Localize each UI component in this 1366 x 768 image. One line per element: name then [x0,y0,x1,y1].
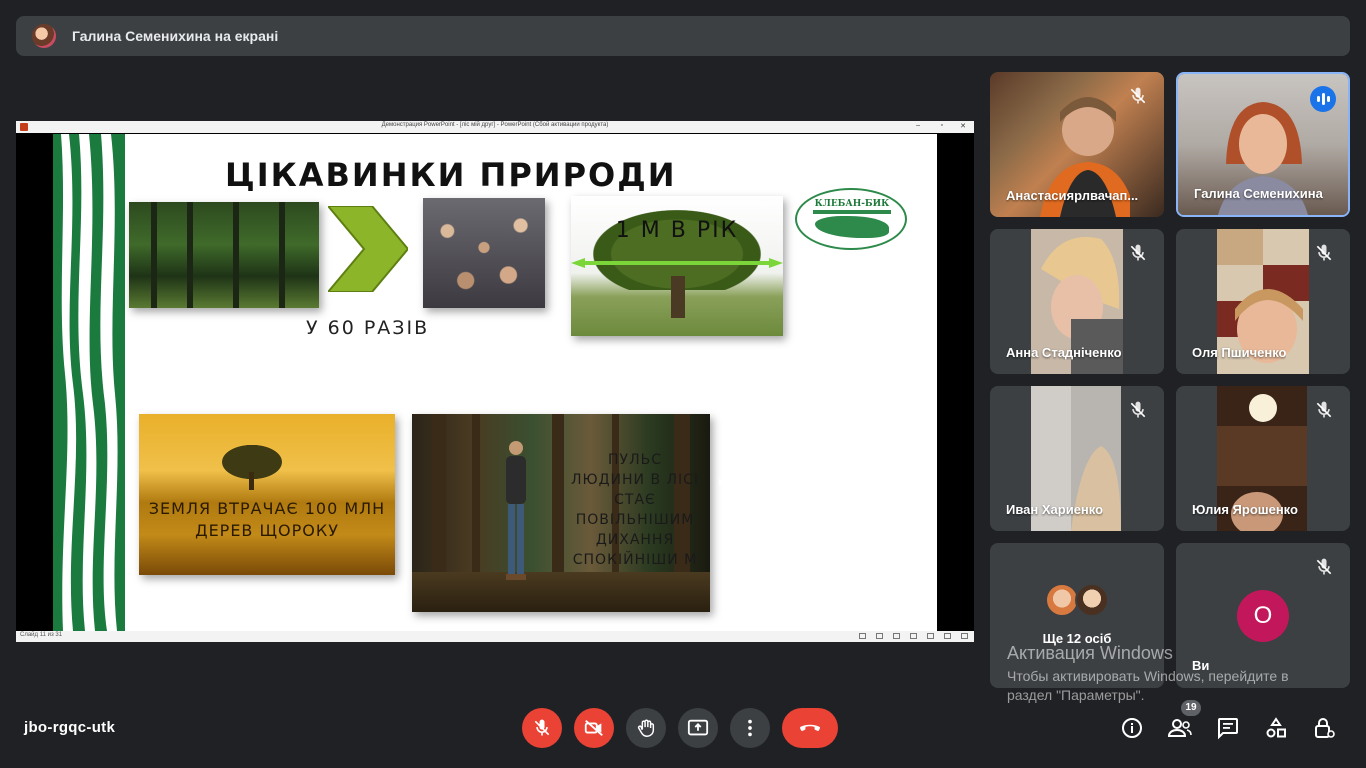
participant-name: Юлия Ярошенко [1192,502,1298,517]
slide-counter: Слайд 11 из 31 [20,632,63,638]
windows-activation-title: Активация Windows [1007,643,1173,663]
activities-icon [1266,717,1286,738]
people-icon [1167,719,1192,737]
powerpoint-title-bar: Демонстрация PowerPoint - [ліс мій друг]… [16,121,974,133]
mic-muted-icon [1316,244,1332,261]
meeting-info-button[interactable] [1117,713,1147,743]
people-count-badge: 19 [1181,700,1201,716]
presenter-avatar [32,24,56,48]
raise-hand-button[interactable] [626,708,666,748]
crowd-image [423,198,545,308]
window-title: Демонстрация PowerPoint - [ліс мій друг]… [381,122,609,128]
hang-up-icon [799,724,821,731]
woods-label: ПУЛЬС ЛЮДИНИ В ЛІСІ СТАЄ ПОВІЛЬНІШИМ ДИХ… [570,452,700,568]
self-avatar: О [1237,590,1289,642]
info-icon [1122,718,1142,738]
mic-muted-icon [1130,401,1146,418]
activities-button[interactable] [1261,713,1291,743]
presentation-slide: ЦІКАВИНКИ ПРИРОДИ У 60 РАЗІВ 1 М В РІК К… [53,134,937,631]
people-button[interactable] [1165,713,1195,743]
presentation-banner-text: Галина Семенихина на екрані [72,28,279,44]
chat-icon [1218,718,1238,740]
close-icon: ✕ [960,123,966,130]
field-label: ЗЕМЛЯ ВТРАЧАЄ 100 МЛН ДЕРЕВ ЩОРОКУ [148,499,386,540]
presentation-banner: Галина Семенихина на екрані [16,16,1350,56]
powerpoint-status-bar: Слайд 11 из 31 [16,631,974,642]
shared-screen: Демонстрация PowerPoint - [ліс мій друг]… [16,121,974,642]
host-controls-icon [1315,718,1335,738]
chevron-arrow-icon [328,206,408,292]
present-screen-icon [687,719,709,736]
tree-label: 1 М В РІК [615,218,739,243]
leave-call-button[interactable] [782,708,838,748]
minimize-icon: – [916,122,920,129]
raise-hand-icon [637,719,655,737]
oak-tree-image: 1 М В РІК [571,196,783,336]
park-logo: КЛЕБАН-БИК [795,188,907,250]
windows-activation-text: Чтобы активировать Windows, перейдите в … [1007,668,1289,703]
camera-off-icon [584,719,603,737]
wheat-field-image: ЗЕМЛЯ ВТРАЧАЄ 100 МЛН ДЕРЕВ ЩОРОКУ [139,414,395,575]
mic-off-icon [534,719,550,736]
mic-muted-icon [1316,401,1332,418]
mic-toggle-button[interactable] [522,708,562,748]
forest-person-image: ПУЛЬС ЛЮДИНИ В ЛІСІ СТАЄ ПОВІЛЬНІШИМ ДИХ… [412,414,710,612]
decorative-wave-border [53,134,125,631]
more-avatars [1045,583,1115,619]
chat-button[interactable] [1213,713,1243,743]
forest-image [129,202,319,308]
participant-name: Иван Хариенко [1006,502,1104,517]
participant-name: Анна Стадніченко [1006,345,1122,360]
more-vert-icon [748,719,752,737]
participant-tile[interactable]: Иван Хариенко [990,386,1164,531]
mouse-cursor [719,478,723,485]
participant-tile[interactable]: Анастасиярлвачап... [990,72,1164,217]
meeting-code: jbo-rgqc-utk [24,719,116,736]
mic-muted-icon [1130,244,1146,261]
participant-tile[interactable]: Анна Стадніченко [990,229,1164,374]
participant-tile[interactable]: Оля Пшиченко [1176,229,1350,374]
double-arrow-icon [571,258,783,268]
logo-text: КЛЕБАН-БИК [814,199,890,209]
participant-tile[interactable]: Юлия Ярошенко [1176,386,1350,531]
person-figure [506,441,526,580]
participant-name: Анастасиярлвачап... [1006,188,1139,203]
mic-muted-icon [1316,558,1332,575]
host-controls-button[interactable] [1309,713,1339,743]
participant-name: Оля Пшиченко [1192,345,1287,360]
mic-muted-icon [1130,87,1146,104]
participant-tile[interactable]: Галина Семенихина [1176,72,1350,217]
maximize-icon: ▫ [940,122,943,129]
times-label: У 60 РАЗІВ [306,317,430,339]
speaking-indicator-icon [1310,86,1336,112]
present-screen-button[interactable] [678,708,718,748]
more-options-button[interactable] [730,708,770,748]
camera-toggle-button[interactable] [574,708,614,748]
participant-name: Галина Семенихина [1194,186,1323,201]
view-buttons [859,633,968,639]
slide-title: ЦІКАВИНКИ ПРИРОДИ [225,156,677,194]
